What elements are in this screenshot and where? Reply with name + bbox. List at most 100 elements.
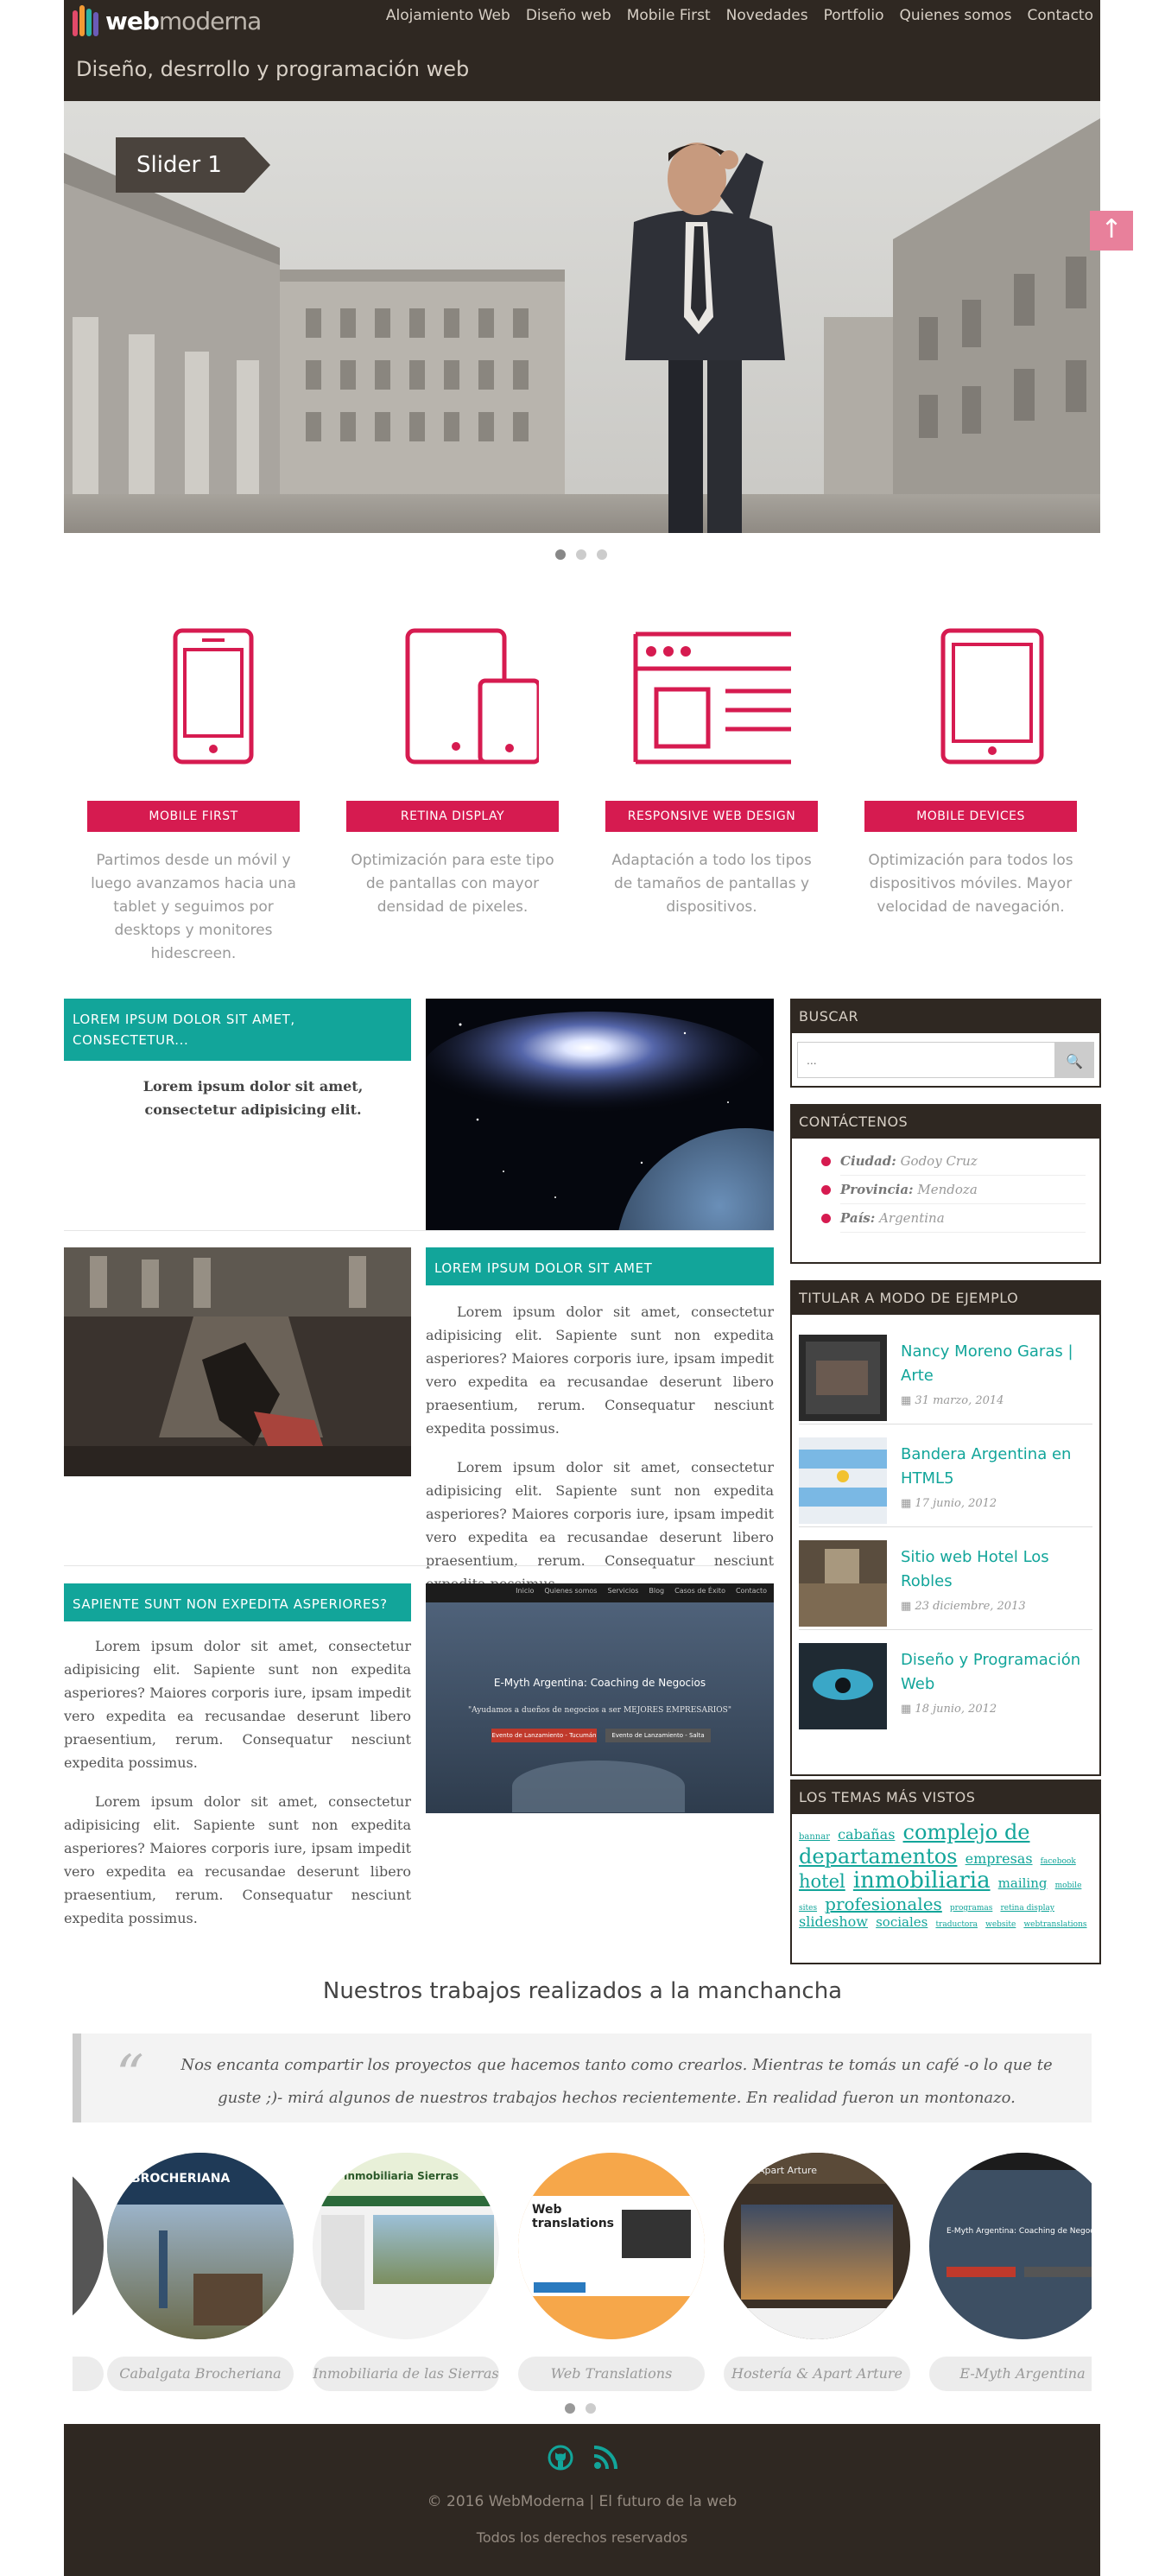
block2-paragraph-1: Lorem ipsum dolor sit amet, consectetur … <box>426 1304 774 1437</box>
post-date: ▦ 31 marzo, 2014 <box>901 1394 1004 1407</box>
post-title[interactable]: Bandera Argentina en HTML5 <box>901 1443 1091 1491</box>
portfolio-item-inmobiliaria[interactable]: Inmobiliaria Sierras <box>313 2153 499 2339</box>
post-date: ▦ 17 junio, 2012 <box>901 1497 997 1510</box>
screenshot-subtitle: "Ayudamos a dueños de negocios a ser MEJ… <box>468 1706 731 1715</box>
main-nav: Alojamiento Web Diseño web Mobile First … <box>386 7 1093 24</box>
tag-link[interactable]: cabañas <box>838 1826 895 1843</box>
contact-item-ciudad: Ciudad: Godoy Cruz <box>821 1147 1086 1176</box>
quote-text: Nos encanta compartir los proyectos que … <box>180 2056 1053 2107</box>
feature-description: Optimización para este tipo de pantallas… <box>351 852 554 916</box>
calendar-icon: ▦ <box>901 1394 915 1407</box>
portfolio-dot-2[interactable] <box>586 2403 596 2414</box>
block2-heading[interactable]: LOREM IPSUM DOLOR SIT AMET <box>426 1247 774 1285</box>
tag-link[interactable]: retina display <box>1000 1904 1054 1913</box>
divider <box>64 1230 774 1231</box>
tag-link[interactable]: hotel <box>799 1871 845 1892</box>
scroll-top-button[interactable]: ↑ <box>1090 211 1133 251</box>
site-header: webmoderna Alojamiento Web Diseño web Mo… <box>64 0 1100 101</box>
retina-display-button[interactable]: RETINA DISPLAY <box>346 801 559 832</box>
portfolio-dots <box>565 2403 596 2414</box>
slider-dot-2[interactable] <box>576 549 586 560</box>
contact-value: Mendoza <box>917 1182 978 1197</box>
screenshot-nav-item: Servicios <box>607 1587 639 1595</box>
portfolio-item-emyth[interactable]: E-Myth Argentina: Coaching de Negocios <box>929 2153 1092 2339</box>
portfolio-item-arture[interactable]: Apart Arture <box>724 2153 910 2339</box>
slider-dot-1[interactable] <box>555 549 566 560</box>
search-button[interactable]: 🔍 <box>1054 1042 1094 1078</box>
site-logo[interactable]: webmoderna <box>73 5 262 36</box>
tag-link[interactable]: traductora <box>935 1920 978 1929</box>
calendar-icon: ▦ <box>901 1497 915 1510</box>
nav-portfolio[interactable]: Portfolio <box>824 7 884 24</box>
tag-link[interactable]: sociales <box>876 1914 928 1930</box>
portfolio-caption-partial <box>73 2357 104 2391</box>
post-title[interactable]: Diseño y Programación Web <box>901 1648 1091 1697</box>
nav-contacto[interactable]: Contacto <box>1027 7 1093 24</box>
tablet-phone-icon <box>405 628 539 765</box>
tag-link[interactable]: programas <box>950 1904 992 1913</box>
post-thumbnail <box>799 1437 887 1524</box>
rss-icon[interactable] <box>592 2445 618 2471</box>
portfolio-item-partial[interactable] <box>73 2153 104 2339</box>
portfolio-caption[interactable]: Cabalgata Brocheriana <box>107 2357 294 2391</box>
tag-link[interactable]: facebook <box>1041 1857 1076 1866</box>
hero-slider[interactable]: Slider 1 <box>64 101 1100 533</box>
tag-link[interactable]: bannar <box>799 1832 830 1842</box>
github-icon[interactable] <box>548 2445 573 2471</box>
screenshot-title: E-Myth Argentina: Coaching de Negocios <box>493 1677 706 1689</box>
contact-item-pais: País: Argentina <box>821 1204 1086 1233</box>
screenshot-nav-item: Blog <box>649 1587 665 1595</box>
portfolio-caption[interactable]: Inmobiliaria de las Sierras <box>313 2357 499 2391</box>
tag-link[interactable]: profesionales <box>825 1894 942 1914</box>
post-date: ▦ 23 diciembre, 2013 <box>901 1600 1026 1613</box>
block1-heading[interactable]: LOREM IPSUM DOLOR SIT AMET, CONSECTETUR.… <box>64 999 411 1061</box>
quote-mark-icon: “ <box>116 2044 144 2108</box>
portfolio-caption[interactable]: E-Myth Argentina <box>929 2357 1092 2391</box>
post-title[interactable]: Nancy Moreno Garas | Arte <box>901 1340 1091 1388</box>
contact-widget-title: CONTÁCTENOS <box>792 1106 1099 1139</box>
mobile-devices-button[interactable]: MOBILE DEVICES <box>864 801 1077 832</box>
contact-widget: CONTÁCTENOS Ciudad: Godoy Cruz Provincia… <box>790 1104 1101 1264</box>
nav-diseno-web[interactable]: Diseño web <box>526 7 611 24</box>
post-item[interactable]: Sitio web Hotel Los Robles ▦ 23 diciembr… <box>799 1527 1092 1630</box>
post-item[interactable]: Nancy Moreno Garas | Arte ▦ 31 marzo, 20… <box>799 1322 1092 1424</box>
block3-heading[interactable]: SAPIENTE SUNT NON EXPEDITA ASPERIORES? <box>64 1583 411 1621</box>
portfolio-caption[interactable]: Hostería & Apart Arture <box>724 2357 910 2391</box>
nav-quienes-somos[interactable]: Quienes somos <box>900 7 1012 24</box>
block3-paragraph-1: Lorem ipsum dolor sit amet, consectetur … <box>64 1638 411 1771</box>
post-item[interactable]: Bandera Argentina en HTML5 ▦ 17 junio, 2… <box>799 1424 1092 1527</box>
footer-copyright: © 2016 WebModerna | El futuro de la web <box>427 2493 738 2510</box>
tag-link[interactable]: slideshow <box>799 1913 868 1930</box>
nav-mobile-first[interactable]: Mobile First <box>627 7 711 24</box>
portfolio-caption[interactable]: Web Translations <box>518 2357 705 2391</box>
screenshot-button-1: Evento de Lanzamiento - Tucumán <box>491 1729 597 1742</box>
feature-retina-display: RETINA DISPLAY Optimización para este ti… <box>346 622 559 919</box>
tag-link[interactable]: website <box>985 1920 1016 1929</box>
site-footer: © 2016 WebModerna | El futuro de la web … <box>64 2424 1100 2576</box>
mobile-first-button[interactable]: MOBILE FIRST <box>87 801 300 832</box>
slider-dot-3[interactable] <box>597 549 607 560</box>
search-input[interactable] <box>797 1042 1054 1078</box>
tag-link[interactable]: empresas <box>966 1850 1033 1867</box>
portfolio-item-cabalgata[interactable]: BROCHERIANA <box>107 2153 294 2339</box>
tag-link[interactable]: inmobiliaria <box>853 1868 991 1894</box>
post-thumbnail <box>799 1335 887 1421</box>
post-title[interactable]: Sitio web Hotel Los Robles <box>901 1545 1091 1594</box>
responsive-web-design-button[interactable]: RESPONSIVE WEB DESIGN <box>605 801 818 832</box>
post-thumbnail <box>799 1540 887 1627</box>
post-item[interactable]: Diseño y Programación Web ▦ 18 junio, 20… <box>799 1630 1092 1733</box>
tag-link[interactable]: mailing <box>998 1875 1048 1891</box>
emyth-site-screenshot[interactable]: Inicio Quienes somos Servicios Blog Caso… <box>426 1583 774 1813</box>
portfolio-dot-1[interactable] <box>565 2403 575 2414</box>
tablet-icon <box>940 628 1044 765</box>
nav-novedades[interactable]: Novedades <box>726 7 808 24</box>
portfolio-item-web-translations[interactable]: Web translations <box>518 2153 705 2339</box>
feature-responsive-web-design: RESPONSIVE WEB DESIGN Adaptación a todo … <box>605 622 818 919</box>
feature-description: Optimización para todos los dispositivos… <box>868 852 1073 916</box>
tag-link[interactable]: webtranslations <box>1023 1920 1086 1929</box>
slider-dots <box>555 549 607 560</box>
galaxy-image <box>426 999 774 1230</box>
logo-mark-icon <box>73 5 98 36</box>
contact-label: Provincia: <box>840 1182 914 1197</box>
nav-alojamiento-web[interactable]: Alojamiento Web <box>386 7 510 24</box>
